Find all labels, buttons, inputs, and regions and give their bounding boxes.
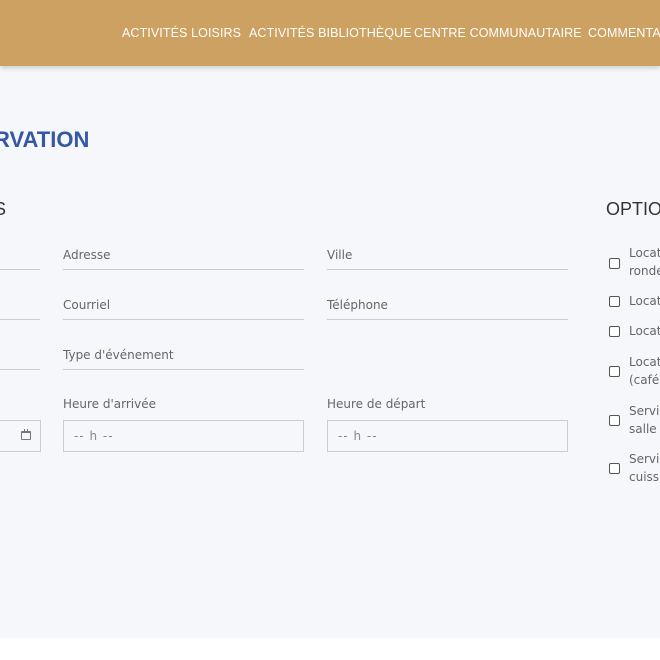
page-footer-strip <box>0 638 660 660</box>
option-label-line2: cuiss <box>629 470 660 484</box>
adresse-label: Adresse <box>63 248 111 262</box>
telephone-field[interactable]: Téléphone <box>327 298 568 320</box>
option-checkbox[interactable] <box>609 463 620 474</box>
option-label-line1: Servi <box>629 452 660 466</box>
section-title-options: OPTIO <box>606 199 660 219</box>
heure-depart-label: Heure de départ <box>327 397 426 411</box>
adresse-field[interactable]: Adresse <box>63 248 304 270</box>
option-checkbox[interactable] <box>609 326 620 337</box>
date-input[interactable] <box>0 420 41 452</box>
option-label-line2: (café <box>629 373 660 387</box>
option-label-line1: Locat <box>629 246 660 260</box>
courriel-field[interactable]: Courriel <box>63 298 304 320</box>
type-evenement-field[interactable]: Type d'événement <box>63 348 304 370</box>
partial-input-row2[interactable] <box>0 298 40 320</box>
option-label-line2: ronde <box>629 264 660 278</box>
partial-input-row3[interactable] <box>0 348 40 370</box>
type-evenement-label: Type d'événement <box>63 348 174 362</box>
heure-depart-input[interactable]: -- h -- <box>327 420 568 452</box>
heure-arrivee-input[interactable]: -- h -- <box>63 420 304 452</box>
ville-label: Ville <box>327 248 353 262</box>
heure-depart-placeholder: -- h -- <box>338 429 378 443</box>
heure-arrivee-label: Heure d'arrivée <box>63 397 157 411</box>
telephone-label: Téléphone <box>327 298 388 312</box>
option-checkbox[interactable] <box>609 296 620 307</box>
option-checkbox[interactable] <box>609 366 620 377</box>
ville-field[interactable]: Ville <box>327 248 568 270</box>
calendar-icon[interactable] <box>21 429 31 440</box>
option-checkbox[interactable] <box>609 415 620 426</box>
heure-arrivee-placeholder: -- h -- <box>74 429 114 443</box>
courriel-label: Courriel <box>63 298 111 312</box>
nav-link-activites-loisirs[interactable]: ACTIVITÉS LOISIRS <box>122 26 241 40</box>
nav-link-centre-communautaire[interactable]: CENTRE COMMUNAUTAIRE <box>414 26 582 40</box>
option-label-line1: Locat <box>629 355 660 369</box>
option-label-line2: salle <box>629 422 657 436</box>
option-label-line1: Locat <box>629 324 660 338</box>
page-title: RVATION <box>0 127 90 152</box>
section-title-left: S <box>0 199 7 219</box>
field-partial-row1[interactable] <box>0 248 40 270</box>
field-partial-row2[interactable] <box>0 298 40 320</box>
option-label-line1: Servi <box>629 404 660 418</box>
nav-link-activites-bibliotheque[interactable]: ACTIVITÉS BIBLIOTHÈQUE <box>249 26 412 40</box>
option-label-line1: Locat <box>629 294 660 308</box>
option-checkbox[interactable] <box>609 258 620 269</box>
partial-input-row1[interactable] <box>0 248 40 270</box>
top-nav-bar: ACTIVITÉS LOISIRS ACTIVITÉS BIBLIOTHÈQUE… <box>0 0 660 66</box>
field-partial-row3[interactable] <box>0 348 40 370</box>
nav-link-commentaires[interactable]: COMMENTAI <box>588 26 660 40</box>
